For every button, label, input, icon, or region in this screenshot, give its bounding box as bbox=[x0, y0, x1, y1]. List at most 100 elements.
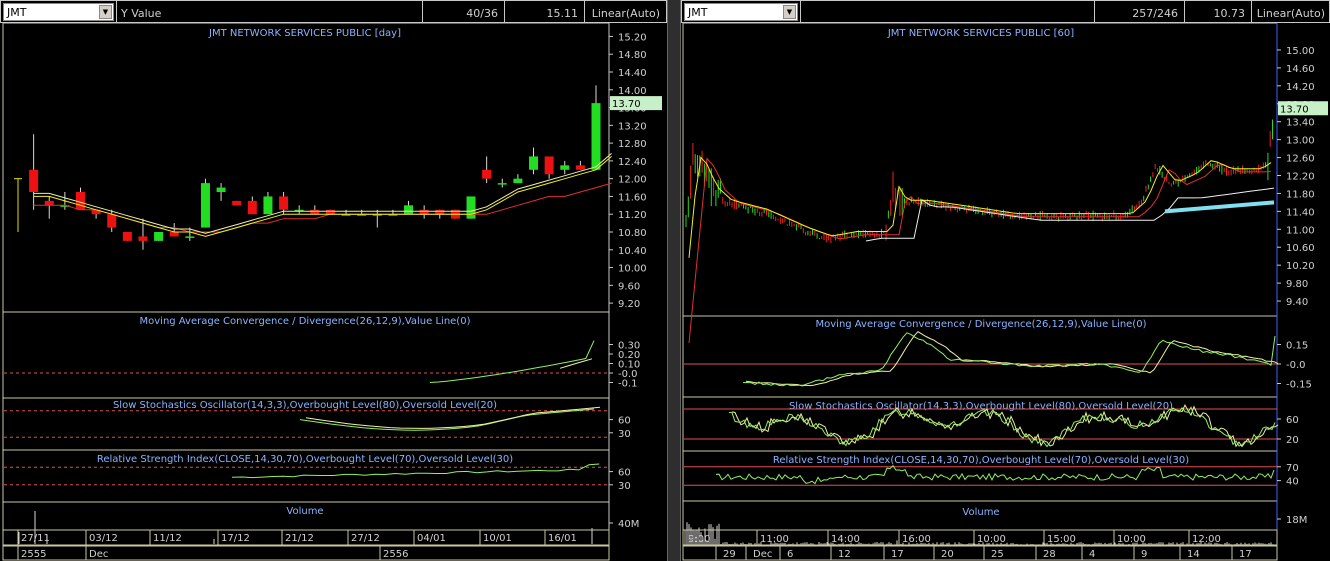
right-rsi-title: Relative Strength Index(CLOSE,14,30,70),… bbox=[773, 455, 1189, 466]
right-stoch-tick-label: 60 bbox=[1286, 415, 1299, 426]
right-price-tick-label: 14.20 bbox=[1286, 82, 1315, 93]
right-day-label: Dec bbox=[753, 549, 772, 560]
right-chart-canvas[interactable]: JMT NETWORK SERVICES PUBLIC [60] Moving A… bbox=[681, 23, 1330, 561]
right-ratio: 257/246 bbox=[1094, 1, 1184, 22]
left-price-tick-label: 13.20 bbox=[618, 121, 647, 132]
left-stoch-tick-label: 30 bbox=[618, 429, 631, 440]
left-candle-body bbox=[154, 232, 164, 241]
left-symbol-select[interactable]: JMT ▼ bbox=[3, 3, 114, 21]
left-candle-body bbox=[29, 169, 39, 192]
chevron-down-icon[interactable]: ▼ bbox=[783, 5, 796, 19]
left-date-label: 11/12 bbox=[153, 533, 182, 544]
right-macd-tick-label: 0.15 bbox=[1286, 341, 1308, 352]
left-candle-body bbox=[138, 236, 148, 241]
chevron-down-icon[interactable]: ▼ bbox=[99, 5, 112, 19]
left-date-label: 10/01 bbox=[483, 533, 512, 544]
right-price-tick-label: 11.00 bbox=[1286, 225, 1315, 236]
left-candle-body bbox=[466, 196, 476, 219]
right-day-label: 12 bbox=[838, 549, 851, 560]
right-price-tick-label: 12.20 bbox=[1286, 172, 1315, 183]
right-price-tick-label: 13.40 bbox=[1286, 118, 1315, 129]
right-price-tick-label: 13.00 bbox=[1286, 136, 1315, 147]
left-rsi-line bbox=[231, 463, 600, 479]
right-time-label: 10:00 bbox=[977, 534, 1006, 545]
left-toolbar: JMT ▼ Y Value 40/36 15.11 Linear(Auto) bbox=[0, 0, 667, 23]
right-day-label: 17 bbox=[1239, 549, 1252, 560]
left-chart-title: JMT NETWORK SERVICES PUBLIC [day] bbox=[208, 28, 401, 39]
left-price-tick-label: 11.20 bbox=[618, 210, 647, 221]
right-day-label: 28 bbox=[1043, 549, 1056, 560]
left-volume-title: Volume bbox=[286, 506, 323, 517]
right-macd-signal-line bbox=[745, 331, 1279, 387]
left-date-label: 16/01 bbox=[548, 533, 577, 544]
left-macd-line bbox=[429, 340, 595, 383]
left-price-tick-label: 9.60 bbox=[618, 281, 640, 292]
right-trend-highlight bbox=[1164, 200, 1275, 214]
left-candle-body bbox=[325, 209, 335, 215]
left-candle-body bbox=[247, 200, 257, 215]
left-last-price-label: 13.70 bbox=[612, 99, 641, 110]
right-day-label: 20 bbox=[941, 549, 954, 560]
right-field-label bbox=[800, 1, 1094, 22]
right-price-tick-label: 14.60 bbox=[1286, 64, 1315, 75]
left-candle-body bbox=[232, 200, 242, 206]
left-volume-tick-label: 40M bbox=[618, 519, 639, 530]
right-time-label: 9:00 bbox=[688, 534, 710, 545]
left-price-tick-label: 12.80 bbox=[618, 139, 647, 150]
left-date-label: 27/12 bbox=[351, 533, 380, 544]
right-price-tick-label: 12.60 bbox=[1286, 154, 1315, 165]
left-price-tick-label: 10.40 bbox=[618, 246, 647, 257]
right-macd-tick-label: -0.0 bbox=[1286, 360, 1306, 371]
right-scale-toggle[interactable]: Linear(Auto) bbox=[1251, 1, 1330, 22]
right-pane-price bbox=[682, 23, 1278, 317]
right-last-price-label: 13.70 bbox=[1280, 104, 1309, 115]
left-candle-body bbox=[44, 200, 54, 206]
left-rsi-tick-label: 60 bbox=[618, 468, 631, 479]
right-volume-title: Volume bbox=[962, 507, 999, 518]
left-candle-body bbox=[560, 165, 570, 170]
left-candle-body bbox=[263, 196, 273, 215]
right-time-label: 11:00 bbox=[760, 534, 789, 545]
right-ma-slow-line bbox=[688, 157, 1272, 343]
right-volume-tick-label: 18M bbox=[1286, 515, 1307, 526]
left-value: 15.11 bbox=[504, 1, 584, 22]
left-price-tick-label: 10.00 bbox=[618, 264, 647, 275]
right-day-label: 6 bbox=[787, 549, 793, 560]
left-candle-body bbox=[122, 232, 132, 241]
left-candle-body bbox=[513, 178, 523, 184]
right-price-tick-label: 11.40 bbox=[1286, 207, 1315, 218]
left-scale-toggle[interactable]: Linear(Auto) bbox=[584, 1, 666, 22]
left-price-tick-label: 15.20 bbox=[618, 32, 647, 43]
left-candle-body bbox=[482, 169, 492, 179]
right-chart-title: JMT NETWORK SERVICES PUBLIC [60] bbox=[887, 28, 1074, 39]
right-chart-panel: JMT ▼ 257/246 10.73 Linear(Auto) JMT NET… bbox=[681, 0, 1330, 561]
left-date-label: 27/11 bbox=[21, 533, 50, 544]
right-value: 10.73 bbox=[1184, 1, 1251, 22]
left-price-tick-label: 12.00 bbox=[618, 175, 647, 186]
left-price-tick-label: 11.60 bbox=[618, 192, 647, 203]
left-price-tick-label: 10.80 bbox=[618, 228, 647, 239]
left-period-label: 2556 bbox=[383, 549, 408, 560]
left-stoch-title: Slow Stochastics Oscillator(14,3,3),Over… bbox=[113, 400, 497, 411]
left-stoch-tick-label: 60 bbox=[618, 416, 631, 427]
right-macd-tick-label: -0.15 bbox=[1286, 380, 1312, 391]
left-period-label: Dec bbox=[89, 549, 108, 560]
panel-splitter[interactable] bbox=[667, 0, 681, 561]
right-day-label: 4 bbox=[1089, 549, 1095, 560]
right-time-label: 16:00 bbox=[902, 534, 931, 545]
left-ma-mid-line bbox=[33, 153, 612, 234]
right-symbol-value: JMT bbox=[688, 6, 708, 19]
left-rsi-title: Relative Strength Index(CLOSE,14,30,70),… bbox=[97, 454, 513, 465]
right-rsi-tick-label: 70 bbox=[1286, 463, 1299, 474]
right-price-tick-label: 10.60 bbox=[1286, 243, 1315, 254]
left-symbol-value: JMT bbox=[7, 6, 27, 19]
right-stoch-tick-label: 20 bbox=[1286, 435, 1299, 446]
left-price-tick-label: 14.00 bbox=[618, 86, 647, 97]
right-toolbar: JMT ▼ 257/246 10.73 Linear(Auto) bbox=[681, 0, 1330, 23]
left-macd-title: Moving Average Convergence / Divergence(… bbox=[140, 316, 471, 327]
right-symbol-select[interactable]: JMT ▼ bbox=[684, 3, 798, 21]
left-chart-canvas[interactable]: JMT NETWORK SERVICES PUBLIC [day] Moving … bbox=[0, 23, 667, 561]
left-candle-body bbox=[529, 156, 539, 170]
right-day-label: 29 bbox=[723, 549, 736, 560]
left-candle-body bbox=[419, 209, 429, 215]
